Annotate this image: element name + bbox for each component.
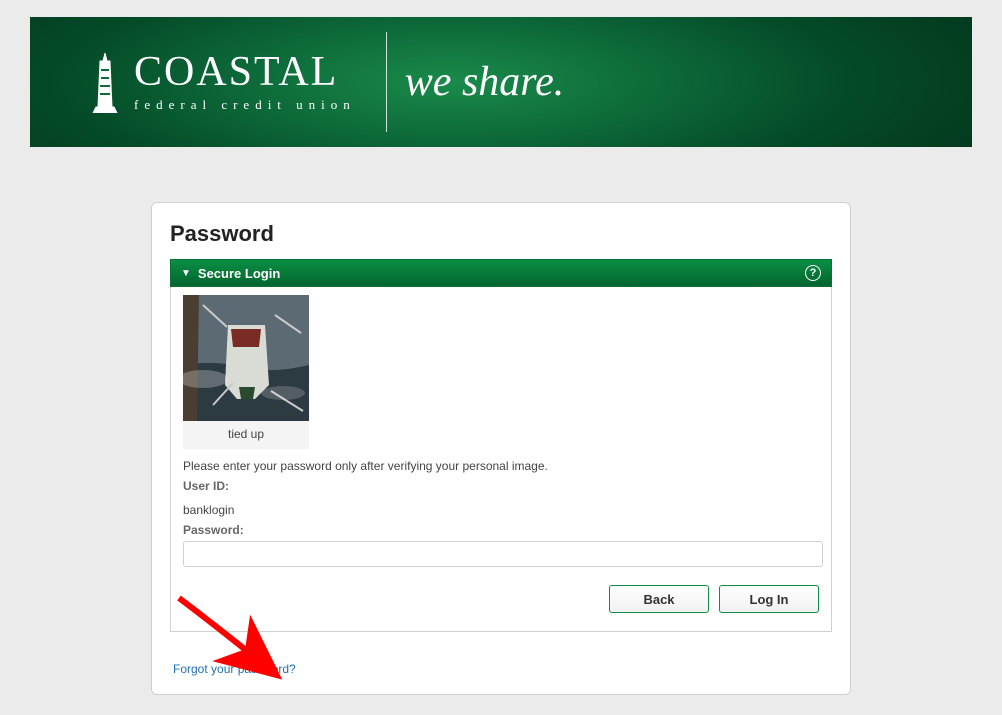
help-icon[interactable]: ? [805, 265, 821, 281]
forgot-password-link[interactable]: Forgot your password? [173, 662, 296, 676]
brand-subtitle: federal credit union [134, 97, 356, 113]
login-card: Password ▼ Secure Login ? tied up Please… [151, 202, 851, 695]
instruction-text: Please enter your password only after ve… [183, 459, 819, 473]
panel-body: tied up Please enter your password only … [170, 287, 832, 632]
user-id-value: banklogin [183, 503, 819, 517]
button-row: Back Log In [183, 585, 819, 613]
brand-logo: COASTAL federal credit union [90, 51, 356, 113]
security-image-container: tied up [183, 295, 309, 449]
security-image-caption: tied up [183, 421, 309, 441]
back-button[interactable]: Back [609, 585, 709, 613]
password-label: Password: [183, 523, 819, 537]
brand-banner: COASTAL federal credit union we share. [30, 17, 972, 147]
login-button[interactable]: Log In [719, 585, 819, 613]
brand-name: COASTAL [134, 51, 356, 93]
user-id-label: User ID: [183, 479, 819, 493]
lighthouse-icon [90, 51, 120, 113]
page-title: Password [170, 221, 832, 247]
panel-title: Secure Login [198, 266, 280, 281]
password-field[interactable] [183, 541, 823, 567]
panel-header[interactable]: ▼ Secure Login ? [170, 259, 832, 287]
security-image [183, 295, 309, 421]
banner-divider [386, 32, 387, 132]
brand-tagline: we share. [405, 58, 564, 106]
chevron-down-icon: ▼ [181, 268, 191, 279]
